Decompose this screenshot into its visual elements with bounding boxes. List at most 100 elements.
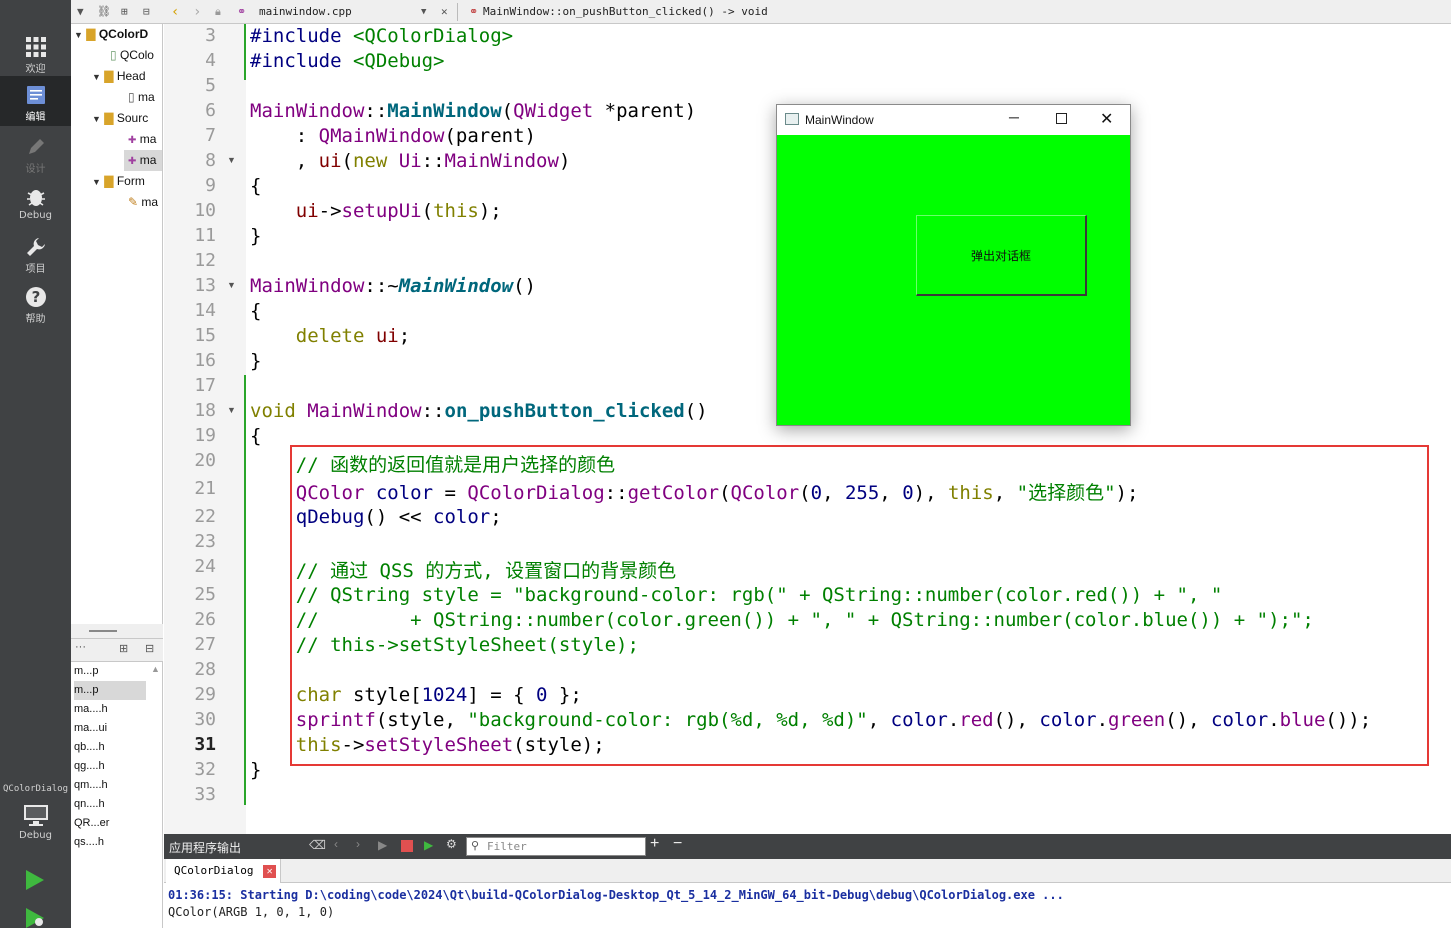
code-line-16: } — [250, 350, 262, 372]
prev-icon[interactable]: ‹ — [334, 837, 338, 851]
code-line-10: ui->setupUi(this); — [295, 200, 502, 222]
close-icon[interactable]: ✕ — [1100, 109, 1113, 129]
line-number: 9 — [205, 175, 216, 196]
kit-mode-label: Debug — [19, 830, 52, 841]
list-item[interactable]: ma...ui — [74, 719, 146, 738]
tree-item-label: ma — [137, 90, 155, 104]
code-line-7: : QMainWindow(parent) — [250, 125, 536, 147]
mode-projects[interactable]: 项目 — [0, 228, 71, 278]
split-icon[interactable]: ⊞ — [119, 642, 128, 655]
kit-selector[interactable]: Debug — [0, 800, 71, 854]
tree-item-source-file-selected[interactable]: ✚ ma — [124, 150, 162, 171]
mode-edit[interactable]: 编辑 — [0, 76, 71, 126]
more-icon[interactable]: ··· — [75, 641, 86, 653]
line-number: 18 — [194, 400, 216, 421]
close-document-icon[interactable]: ✕ — [441, 0, 448, 24]
help-icon: ? — [25, 287, 46, 307]
settings-icon[interactable]: ⚙ — [446, 837, 457, 851]
rerun-icon[interactable]: ▶ — [378, 838, 387, 852]
list-item[interactable]: m...p — [74, 681, 146, 700]
project-tree: ▼ ▇ QColorD ▯ QColo ▼ ▇ Head ▯ ma ▼ ▇ So… — [71, 24, 163, 624]
window-titlebar[interactable]: MainWindow ─ ✕ — [777, 105, 1130, 135]
fold-marker-icon[interactable]: ▼ — [227, 405, 236, 415]
tree-item-sources[interactable]: ▼ ▇ Sourc — [92, 108, 148, 129]
line-number: 21 — [194, 478, 216, 499]
code-line-6: MainWindow::MainWindow(QWidget *parent) — [250, 100, 697, 122]
tree-item-header-file[interactable]: ▯ ma — [128, 87, 155, 108]
list-item[interactable]: ma....h — [74, 700, 146, 719]
list-item[interactable]: qm....h — [74, 776, 146, 795]
output-pane-header: 应用程序输出 ⌫ ‹ › ▶ ▶ ⚙ ⚲ Filter + − — [164, 834, 1451, 859]
tree-item-label: Head — [116, 69, 146, 83]
zoom-out-icon[interactable]: − — [673, 835, 682, 853]
fold-marker-icon[interactable]: ▼ — [227, 280, 236, 290]
minimize-icon[interactable]: ─ — [1009, 109, 1019, 125]
line-number: 33 — [194, 784, 216, 805]
tree-item-forms[interactable]: ▼ ▇ Form — [92, 171, 145, 192]
output-tabs: QColorDialog ✕ — [164, 859, 1451, 883]
list-item[interactable]: qb....h — [74, 738, 146, 757]
mode-design[interactable]: 设计 — [0, 128, 71, 178]
split-icon[interactable]: ⊞ — [121, 0, 128, 24]
code-line-11: } — [250, 225, 262, 247]
line-number: 31 — [194, 734, 216, 755]
clear-icon[interactable]: ⌫ — [309, 838, 326, 852]
toolbar-separator — [457, 3, 458, 21]
maximize-icon[interactable] — [1056, 113, 1067, 124]
line-number: 32 — [194, 759, 216, 780]
window-app-icon — [785, 113, 799, 125]
list-item[interactable]: qs....h — [74, 833, 146, 852]
stop-icon[interactable] — [401, 840, 413, 852]
run-icon[interactable] — [24, 868, 46, 892]
tree-item-headers[interactable]: ▼ ▇ Head — [92, 66, 146, 87]
filter-input[interactable]: ⚲ Filter — [466, 837, 646, 856]
highlight-annotation-box — [290, 445, 1429, 766]
tree-item-ui-file[interactable]: ✎ ma — [128, 192, 158, 213]
forward-icon[interactable]: › — [193, 0, 201, 24]
close-pane-icon[interactable]: ⊟ — [143, 0, 150, 24]
debug-run-icon[interactable] — [24, 906, 48, 928]
code-line-8: , ui(new Ui::MainWindow) — [250, 150, 571, 172]
code-line-18: void MainWindow::on_pushButton_clicked() — [250, 400, 708, 422]
line-number: 6 — [205, 100, 216, 121]
tree-item-project[interactable]: ▼ ▇ QColorD — [74, 24, 148, 45]
pencil-icon — [28, 139, 44, 154]
cpp-file-icon: ⚭ — [237, 5, 247, 18]
tab-qcolordialog[interactable]: QColorDialog ✕ — [166, 859, 282, 883]
code-line-14: { — [250, 300, 262, 322]
open-file-combo[interactable]: mainwindow.cpp — [259, 0, 352, 24]
open-dialog-button[interactable]: 弹出对话框 — [916, 215, 1087, 296]
line-number: 25 — [194, 584, 216, 605]
scroll-up-icon[interactable]: ▲ — [151, 664, 160, 674]
link-icon[interactable]: ⛓ — [97, 0, 111, 24]
tree-item-source-file[interactable]: ✚ ma — [128, 129, 156, 150]
mode-help[interactable]: ? 帮助 — [0, 278, 71, 328]
close-tab-icon[interactable]: ✕ — [263, 864, 277, 878]
line-number: 14 — [194, 300, 216, 321]
line-number: 4 — [205, 50, 216, 71]
close-pane-icon[interactable]: ⊟ — [145, 642, 154, 655]
code-line-32: } — [250, 759, 262, 781]
attach-debugger-icon[interactable]: ▶ — [424, 838, 433, 852]
mode-selector: 欢迎 编辑 设计 Debug 项目 ? 帮助 QColorDialog Debu… — [0, 0, 71, 928]
pane-splitter[interactable] — [71, 624, 163, 638]
list-item[interactable]: m...p — [74, 662, 146, 681]
symbol-combo[interactable]: MainWindow::on_pushButton_clicked() -> v… — [483, 0, 768, 24]
filter-icon[interactable]: ▼ — [77, 0, 84, 24]
tab-label: QColorDialog — [174, 864, 254, 877]
back-icon[interactable]: ‹ — [171, 0, 179, 24]
list-item[interactable]: QR...er — [74, 814, 146, 833]
chevron-down-icon[interactable]: ▼ — [421, 0, 426, 24]
line-number: 13 — [194, 275, 216, 296]
line-number: 27 — [194, 634, 216, 655]
fold-marker-icon[interactable]: ▼ — [227, 155, 236, 165]
list-item[interactable]: qn....h — [74, 795, 146, 814]
zoom-in-icon[interactable]: + — [650, 835, 659, 853]
mode-welcome[interactable]: 欢迎 — [0, 28, 71, 78]
list-item[interactable]: qg....h — [74, 757, 146, 776]
mode-label: 编辑 — [25, 112, 46, 123]
tree-item-pro-file[interactable]: ▯ QColo — [110, 45, 154, 66]
next-icon[interactable]: › — [356, 837, 360, 851]
mode-debug[interactable]: Debug — [0, 178, 71, 228]
code-line-9: { — [250, 175, 262, 197]
